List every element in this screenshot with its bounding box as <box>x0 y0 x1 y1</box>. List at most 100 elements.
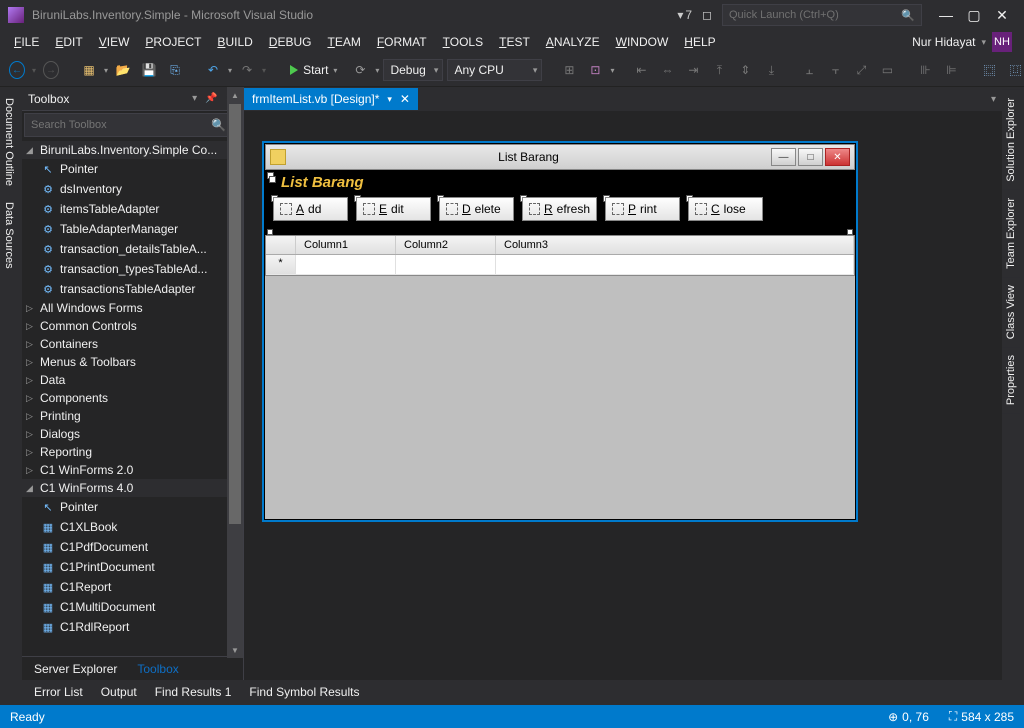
form-max-button[interactable]: □ <box>798 148 823 166</box>
toolbox-item[interactable]: ⚙dsInventory <box>22 179 243 199</box>
designer-form[interactable]: List Barang — □ ✕ List Barang <box>262 141 858 522</box>
align-middle-icon[interactable]: ⇕ <box>734 59 756 81</box>
tab-server-explorer[interactable]: Server Explorer <box>26 659 125 679</box>
menu-help[interactable]: HELP <box>676 33 723 51</box>
grid-new-row[interactable]: * <box>266 255 854 275</box>
menu-project[interactable]: PROJECT <box>137 33 209 51</box>
bottom-tab-find-results-1[interactable]: Find Results 1 <box>147 682 240 702</box>
feedback-icon[interactable]: ◻ <box>702 8 712 22</box>
form-refresh-button[interactable]: Refresh <box>522 197 597 221</box>
user-name[interactable]: Nur Hidayat <box>912 35 975 49</box>
toolbox-item[interactable]: ⚙TableAdapterManager <box>22 219 243 239</box>
align-center-icon[interactable]: ⇔ <box>656 59 678 81</box>
toolbox-item[interactable]: ⚙transaction_detailsTableA... <box>22 239 243 259</box>
grid-col-header[interactable]: Column2 <box>396 236 496 254</box>
save-button[interactable]: 💾 <box>138 59 160 81</box>
toolbox-search[interactable]: 🔍 ▾ <box>24 113 241 137</box>
maximize-button[interactable]: ▢ <box>960 3 988 27</box>
side-tab-properties[interactable]: Properties <box>1002 347 1020 413</box>
toolbox-group[interactable]: ▷Menus & Toolbars <box>22 353 243 371</box>
form-header-panel[interactable]: List Barang <box>265 170 855 193</box>
form-edit-button[interactable]: Edit <box>356 197 431 221</box>
grid-hspace-icon[interactable]: ⊪ <box>914 59 936 81</box>
menu-test[interactable]: TEST <box>491 33 538 51</box>
dropdown-icon[interactable]: ▾ <box>387 94 392 105</box>
user-dropdown-icon[interactable]: ▾ <box>981 37 986 48</box>
tab-overflow-icon[interactable]: ▾ <box>985 94 1002 105</box>
toolbox-item[interactable]: ↖Pointer <box>22 497 243 517</box>
toolbox-item[interactable]: ▦C1RdlReport <box>22 617 243 637</box>
minimize-button[interactable]: — <box>932 3 960 27</box>
nav-forward-button[interactable]: → <box>40 59 62 81</box>
form-min-button[interactable]: — <box>771 148 796 166</box>
toolbox-item[interactable]: ▦C1PrintDocument <box>22 557 243 577</box>
align-right-icon[interactable]: ⇥ <box>682 59 704 81</box>
toolbox-group[interactable]: ▷Printing <box>22 407 243 425</box>
grid-selector-header[interactable] <box>266 236 296 254</box>
menu-debug[interactable]: DEBUG <box>261 33 320 51</box>
tab-close-icon[interactable]: ✕ <box>400 92 410 106</box>
form-delete-button[interactable]: Delete <box>439 197 514 221</box>
side-tab-team-explorer[interactable]: Team Explorer <box>1002 190 1020 277</box>
debug-target-button[interactable]: ⟳ <box>349 59 371 81</box>
layout-button-1[interactable]: ⊞ <box>558 59 580 81</box>
user-badge[interactable]: NH <box>992 32 1012 52</box>
grid-col-header[interactable]: Column3 <box>496 236 854 254</box>
menu-file[interactable]: FILE <box>6 33 47 51</box>
toolbox-item[interactable]: ▦C1XLBook <box>22 517 243 537</box>
toolbox-item[interactable]: ↖Pointer <box>22 159 243 179</box>
form-grid-area[interactable]: Column1 Column2 Column3 * <box>265 229 855 519</box>
toolbox-group[interactable]: ▷Dialogs <box>22 425 243 443</box>
menu-view[interactable]: VIEW <box>91 33 138 51</box>
toolbox-group[interactable]: ▷All Windows Forms <box>22 299 243 317</box>
menu-team[interactable]: TEAM <box>319 33 368 51</box>
data-grid[interactable]: Column1 Column2 Column3 * <box>265 235 855 276</box>
toolbox-item[interactable]: ▦C1PdfDocument <box>22 537 243 557</box>
scroll-thumb[interactable] <box>229 104 241 524</box>
side-tab-solution-explorer[interactable]: Solution Explorer <box>1002 90 1020 190</box>
bottom-tab-output[interactable]: Output <box>93 682 145 702</box>
scroll-up-icon[interactable]: ▲ <box>227 87 243 103</box>
toolbox-group-root[interactable]: ◢ BiruniLabs.Inventory.Simple Co... <box>22 141 243 159</box>
resize-handle[interactable] <box>847 229 853 235</box>
redo-button[interactable]: ↷ <box>236 59 258 81</box>
bottom-tab-error-list[interactable]: Error List <box>26 682 91 702</box>
panel-dropdown-icon[interactable]: ▾ <box>189 93 200 104</box>
config-combo[interactable]: Debug <box>383 59 443 81</box>
fit-icon[interactable]: ▭ <box>876 59 898 81</box>
layout-button-2[interactable]: ⊡ <box>584 59 606 81</box>
side-tab-data-sources[interactable]: Data Sources <box>0 194 18 277</box>
open-file-button[interactable]: 📂 <box>112 59 134 81</box>
toolbox-item[interactable]: ⚙transactionsTableAdapter <box>22 279 243 299</box>
close-button[interactable]: ✕ <box>988 3 1016 27</box>
nav-back-button[interactable]: ← <box>6 59 28 81</box>
toolbox-scrollbar[interactable]: ▲ ▼ <box>227 87 243 658</box>
form-add-button[interactable]: Add <box>273 197 348 221</box>
vspace-icon[interactable]: ⫟ <box>824 59 846 81</box>
resize-handle[interactable] <box>267 229 273 235</box>
toolbox-group[interactable]: ▷C1 WinForms 2.0 <box>22 461 243 479</box>
form-close-button[interactable]: ✕ <box>825 148 850 166</box>
grid-vspace-icon[interactable]: ⊫ <box>940 59 962 81</box>
notification-flag[interactable]: ▾7 <box>677 8 692 22</box>
form-close-button[interactable]: Close <box>688 197 763 221</box>
form-print-button[interactable]: Print <box>605 197 680 221</box>
align-top-icon[interactable]: ⤒ <box>708 59 730 81</box>
tab-toolbox[interactable]: Toolbox <box>129 659 186 679</box>
toolbox-group[interactable]: ▷Common Controls <box>22 317 243 335</box>
hspace-icon[interactable]: ⫠ <box>798 59 820 81</box>
menu-format[interactable]: FORMAT <box>369 33 435 51</box>
pin-icon[interactable]: 📌 <box>202 93 220 104</box>
menu-analyze[interactable]: ANALYZE <box>538 33 608 51</box>
menu-build[interactable]: BUILD <box>209 33 260 51</box>
toolbox-item[interactable]: ▦C1Report <box>22 577 243 597</box>
toolbox-item[interactable]: ⚙itemsTableAdapter <box>22 199 243 219</box>
toolbox-search-input[interactable] <box>31 119 211 131</box>
bottom-tab-find-symbol-results[interactable]: Find Symbol Results <box>241 682 367 702</box>
size-icon[interactable]: ⤢ <box>850 59 872 81</box>
toolbox-group[interactable]: ▷Data <box>22 371 243 389</box>
toolbox-group[interactable]: ▷Containers <box>22 335 243 353</box>
quick-launch-input[interactable]: Quick Launch (Ctrl+Q) 🔍 <box>722 4 922 26</box>
menu-tools[interactable]: TOOLS <box>435 33 491 51</box>
start-debug-button[interactable]: Start▾ <box>282 61 345 79</box>
